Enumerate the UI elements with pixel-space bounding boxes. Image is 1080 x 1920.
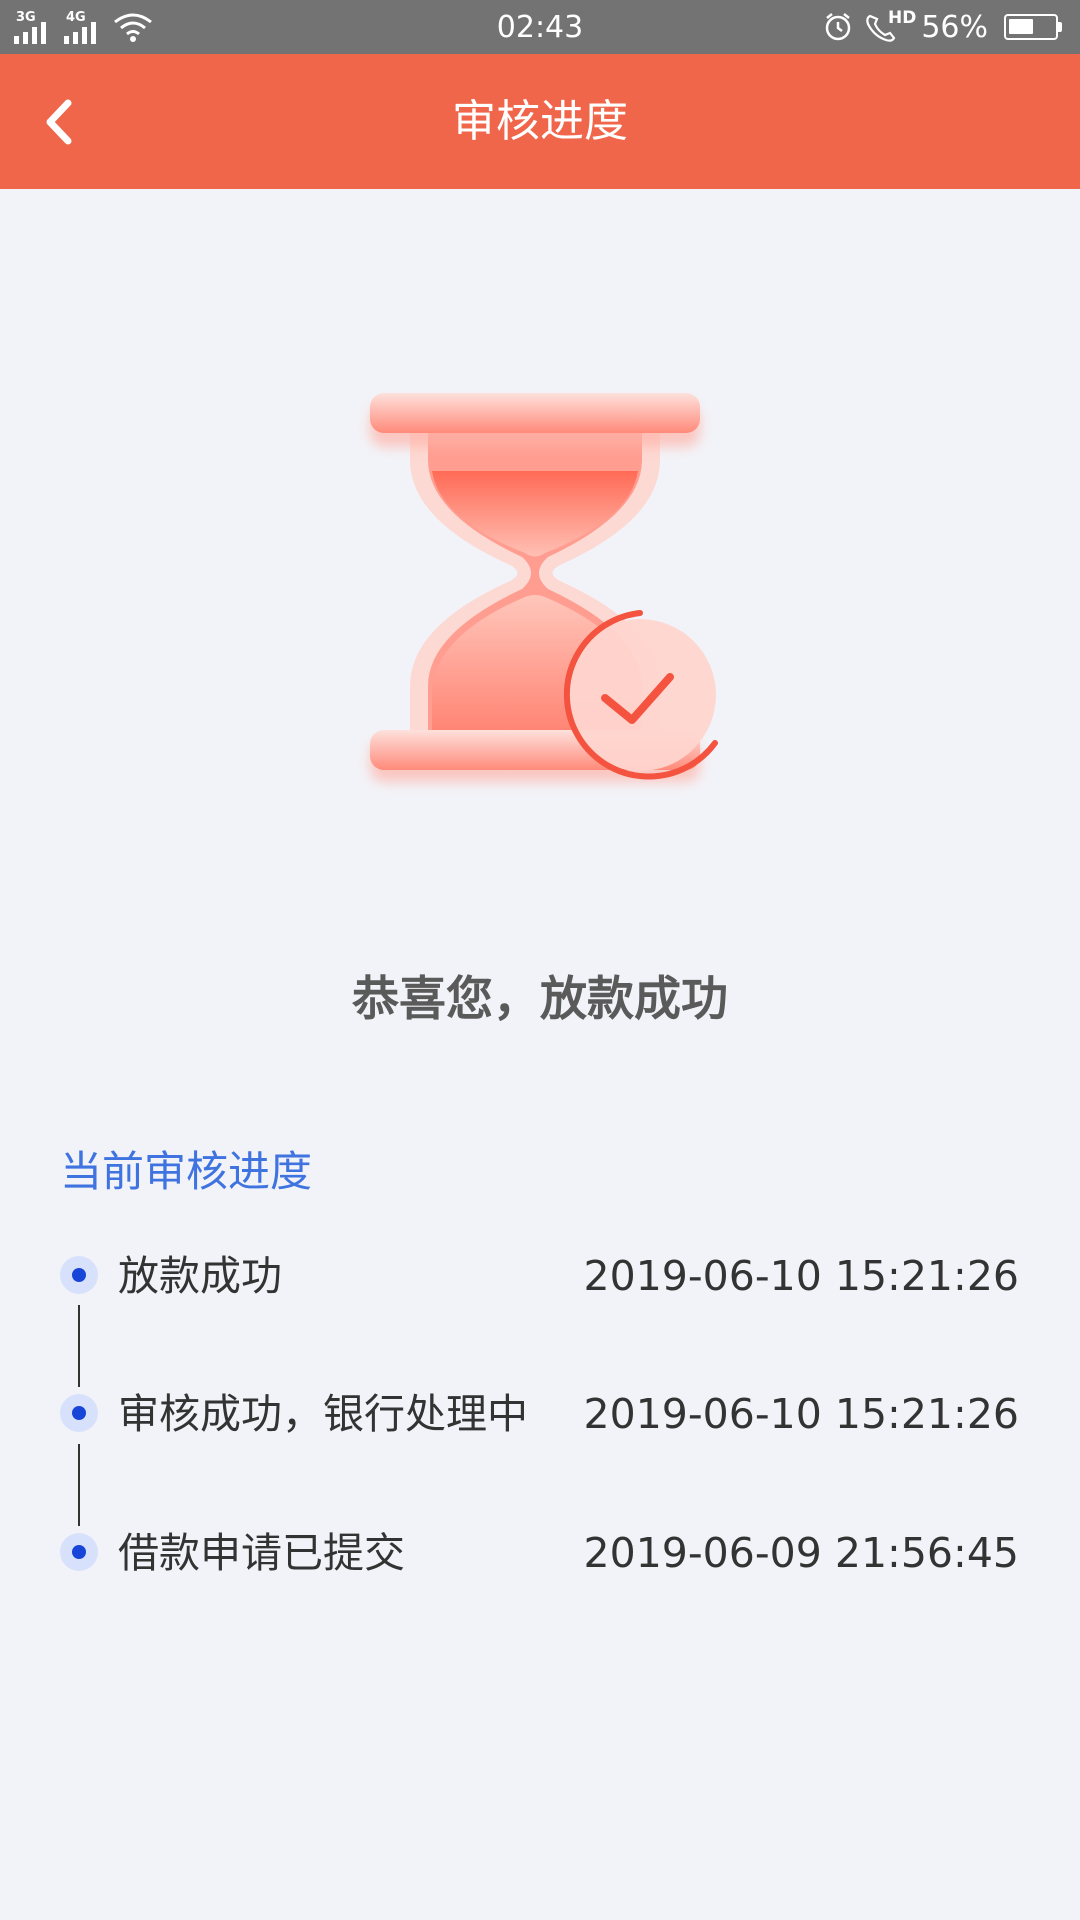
battery-percent: 56% xyxy=(921,10,988,45)
timeline-item-label: 放款成功 xyxy=(118,1252,282,1300)
hourglass-check-icon xyxy=(370,393,718,782)
timeline-dot xyxy=(60,1394,98,1432)
timeline-item-label: 借款申请已提交 xyxy=(118,1529,405,1577)
timeline-item: 审核成功，银行处理中 2019-06-10 15:21:26 xyxy=(0,1384,1080,1444)
battery-fill xyxy=(1009,19,1033,34)
status-bar: 3G 4G 02:43 HD 56% xyxy=(0,0,1080,54)
page-title: 审核进度 xyxy=(452,96,628,147)
timeline-item: 放款成功 2019-06-10 15:21:26 xyxy=(0,1246,1080,1306)
timeline-item-label: 审核成功，银行处理中 xyxy=(118,1390,528,1438)
nav-bar: 审核进度 xyxy=(0,54,1080,189)
timeline-connector xyxy=(78,1305,80,1387)
battery-icon xyxy=(1004,14,1058,40)
hd-label: HD xyxy=(888,8,917,28)
timeline-dot xyxy=(60,1533,98,1571)
alarm-icon xyxy=(825,13,851,41)
timeline-item-time: 2019-06-09 21:56:45 xyxy=(583,1529,1019,1577)
timeline-item: 借款申请已提交 2019-06-09 21:56:45 xyxy=(0,1523,1080,1583)
timeline-item-time: 2019-06-10 15:21:26 xyxy=(583,1390,1019,1438)
timeline-connector xyxy=(78,1444,80,1526)
clock: 02:43 xyxy=(496,10,584,45)
timeline-dot xyxy=(60,1256,98,1294)
battery-tip xyxy=(1058,22,1062,32)
progress-section-title: 当前审核进度 xyxy=(60,1147,313,1196)
timeline-item-time: 2019-06-10 15:21:26 xyxy=(583,1252,1019,1300)
success-headline: 恭喜您，放款成功 xyxy=(352,972,728,1027)
